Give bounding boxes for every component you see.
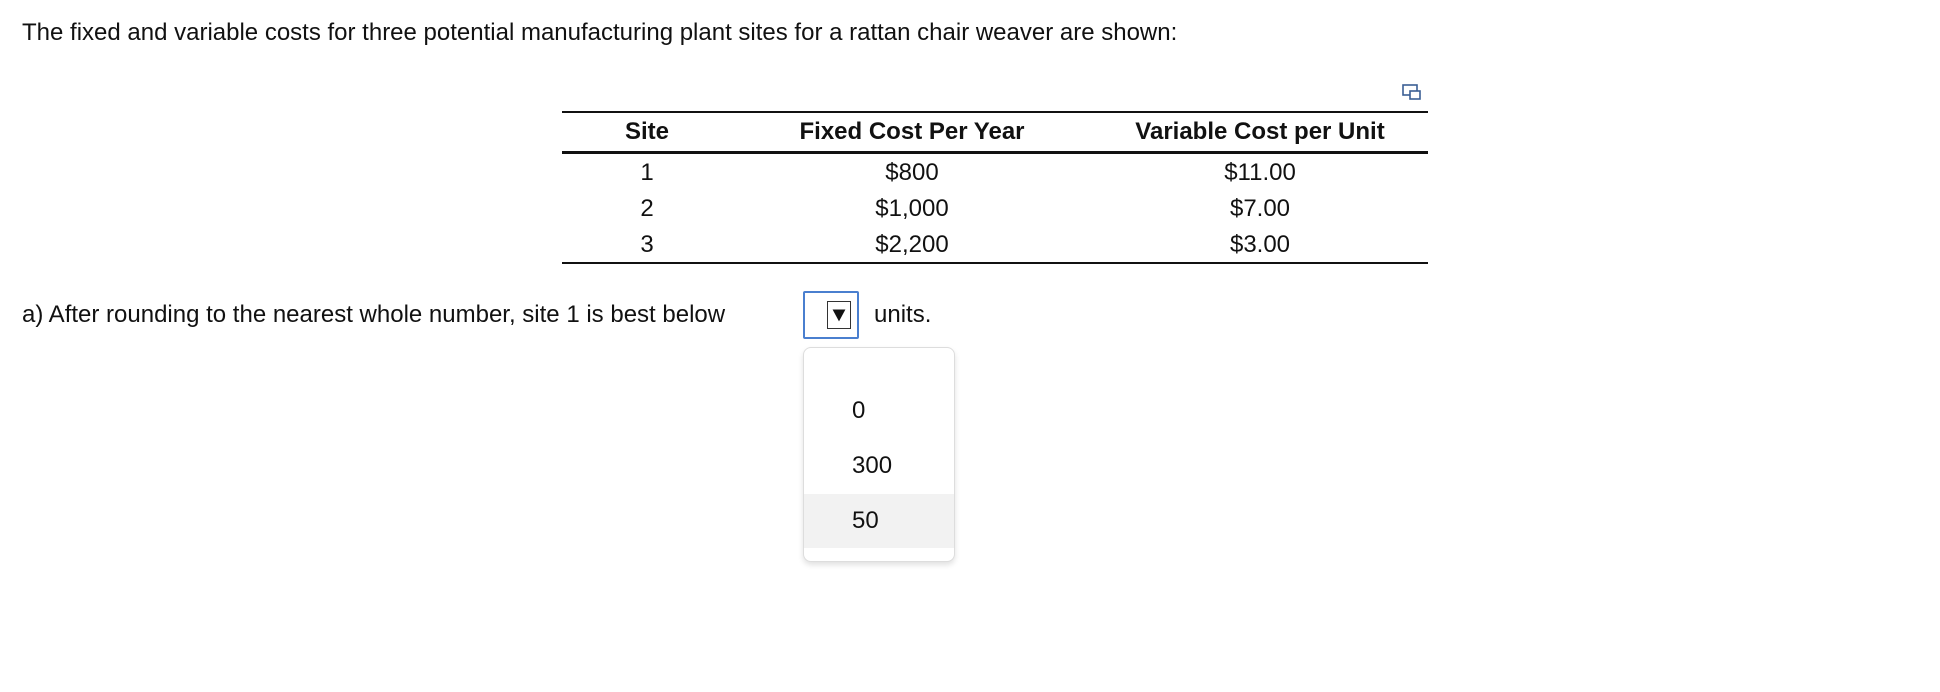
copy-table-icon[interactable] bbox=[1400, 82, 1424, 104]
answer-dropdown-menu: 0 300 50 bbox=[803, 347, 955, 562]
answer-select[interactable] bbox=[803, 291, 859, 339]
header-variable-cost: Variable Cost per Unit bbox=[1135, 118, 1385, 145]
site-cell: 2 bbox=[640, 194, 654, 222]
dropdown-option-50[interactable]: 50 bbox=[804, 494, 954, 548]
question-prefix: a) After rounding to the nearest whole n… bbox=[22, 301, 726, 328]
table-row: 3 $2,200 $3.00 bbox=[562, 226, 1428, 263]
table-row: 1 $800 $11.00 bbox=[562, 153, 1428, 191]
table-header-row: Site Fixed Cost Per Year Variable Cost p… bbox=[562, 112, 1428, 153]
fixed-cost-cell: $2,200 bbox=[875, 230, 949, 258]
fixed-cost-cell: $800 bbox=[885, 158, 939, 186]
table-row: 2 $1,000 $7.00 bbox=[562, 190, 1428, 226]
triangle-down-icon[interactable] bbox=[827, 301, 851, 329]
site-cell: 3 bbox=[640, 230, 654, 258]
dropdown-option-0[interactable]: 0 bbox=[804, 384, 954, 438]
fixed-cost-cell: $1,000 bbox=[875, 194, 949, 222]
cost-table: Site Fixed Cost Per Year Variable Cost p… bbox=[562, 111, 1428, 264]
variable-cost-cell: $11.00 bbox=[1224, 158, 1296, 186]
header-fixed-cost: Fixed Cost Per Year bbox=[799, 118, 1025, 145]
header-site: Site bbox=[624, 118, 669, 145]
variable-cost-cell: $7.00 bbox=[1229, 194, 1291, 222]
variable-cost-cell: $3.00 bbox=[1229, 230, 1291, 258]
units-label: units. bbox=[874, 301, 932, 328]
site-cell: 1 bbox=[640, 158, 654, 186]
dropdown-option-300[interactable]: 300 bbox=[804, 439, 954, 493]
intro-text: The fixed and variable costs for three p… bbox=[22, 19, 1178, 46]
